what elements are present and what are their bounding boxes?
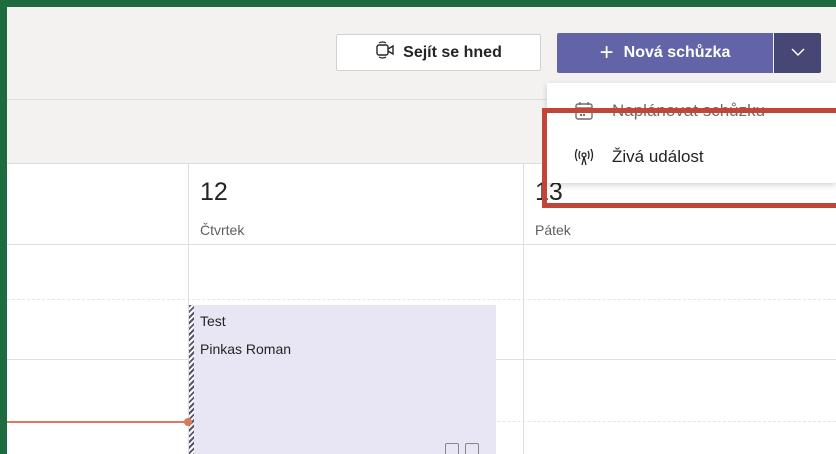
column-divider [523,164,524,454]
video-camera-icon [375,41,395,64]
new-meeting-label: Nová schůzka [623,44,731,61]
meet-now-label: Sejít se hned [403,43,502,61]
grid-divider [7,244,836,245]
event-icons [445,443,479,454]
new-meeting-dropdown-button[interactable] [774,33,821,73]
event-title: Test [200,313,226,329]
new-meeting-button[interactable]: + Nová schůzka [557,33,773,73]
event-organizer: Pinkas Roman [200,341,292,357]
calendar-event[interactable]: Test Pinkas Roman [189,305,496,454]
teams-calendar-window: Sejít se hned + Nová schůzka 12 Čtvrtek … [7,7,836,454]
annotation-highlight-box [542,108,836,208]
day-name: Pátek [535,222,571,238]
day-number: 12 [200,178,228,206]
day-name: Čtvrtek [200,222,245,238]
current-time-line [7,421,188,423]
meet-now-button[interactable]: Sejít se hned [336,34,541,71]
event-status-stripe [189,305,194,454]
plus-icon: + [599,39,614,66]
grid-half-hour-line [7,299,836,300]
chevron-down-icon [790,44,806,62]
join-icon [465,443,479,454]
day-header-thursday[interactable]: 12 Čtvrtek [188,164,523,244]
current-time-marker [184,418,192,426]
chat-icon [445,443,459,454]
